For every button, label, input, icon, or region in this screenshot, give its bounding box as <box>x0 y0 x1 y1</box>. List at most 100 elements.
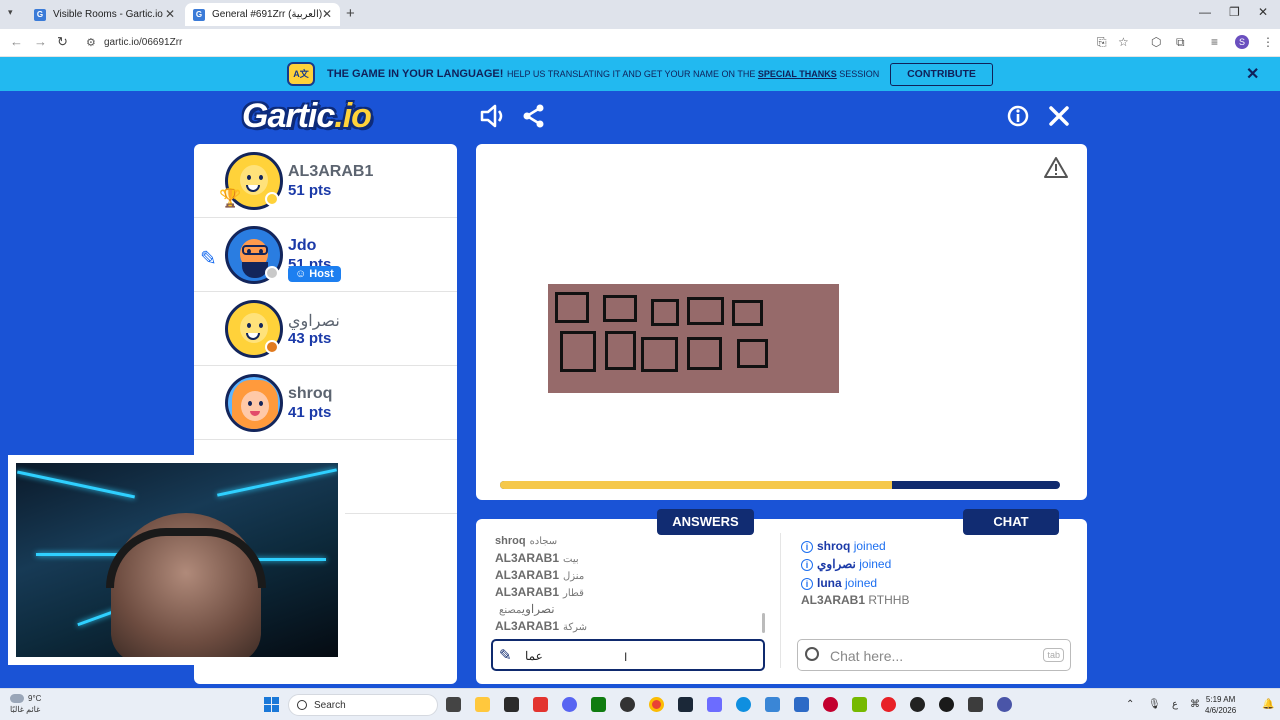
banner-text: HELP US TRANSLATING IT AND GET YOUR NAME… <box>507 69 880 79</box>
address-bar: ← → ↻ ⚙ gartic.io/06691Zrr ⎘ ☆ ⬡ ⧉ ≡ S ⋮ <box>0 29 1280 57</box>
search-icon <box>297 700 307 710</box>
gartic-favicon-icon: G <box>193 8 205 21</box>
timer-fill <box>500 481 892 489</box>
app-icon[interactable] <box>794 697 809 712</box>
player-row[interactable]: 🏆 AL3ARAB1 51 pts <box>194 144 457 218</box>
drawing-pencil-icon: ✎ <box>200 248 217 270</box>
answer-input[interactable]: ✎ عما I <box>491 639 765 671</box>
reload-icon[interactable]: ↻ <box>57 34 68 50</box>
app-icon[interactable] <box>823 697 838 712</box>
tab-chat[interactable]: CHAT <box>963 509 1059 535</box>
answer-item: AL3ARAB1 قطار <box>495 585 584 599</box>
app-icon[interactable] <box>765 697 780 712</box>
app-icon[interactable] <box>504 697 519 712</box>
browser-menu-icon[interactable]: ⋮ <box>1262 35 1274 49</box>
panel-divider <box>780 533 781 668</box>
tab-answers[interactable]: ANSWERS <box>657 509 754 535</box>
text-cursor-icon: I <box>624 650 628 664</box>
back-icon[interactable]: ← <box>10 34 23 49</box>
webcam-video <box>16 463 338 657</box>
exit-room-icon[interactable] <box>1048 105 1070 127</box>
microphone-icon[interactable]: 🎙 <box>1148 699 1161 710</box>
host-badge: ☺ Host <box>288 266 341 282</box>
contribute-button[interactable]: CONTRIBUTE <box>890 63 993 86</box>
answer-item: AL3ARAB1 بيت <box>495 551 579 565</box>
pencil-icon: ✎ <box>499 647 512 664</box>
tab-title: Visible Rooms - Gartic.io <box>53 9 163 20</box>
windows-taskbar: 9°C غائم غالبًا Search ⌃ 🎙 ع ⌘ 5:19 AM 4/… <box>0 688 1280 720</box>
taskbar-search[interactable]: Search <box>288 694 438 716</box>
restore-icon[interactable]: ❐ <box>1229 5 1240 19</box>
browser-tab-visible-rooms[interactable]: G Visible Rooms - Gartic.io ✕ <box>26 3 183 26</box>
profile-avatar[interactable]: S <box>1235 35 1249 49</box>
browser-tab-bar: ▾ G Visible Rooms - Gartic.io ✕ G Genera… <box>0 0 1280 29</box>
sound-icon[interactable] <box>480 104 506 128</box>
minimize-icon[interactable]: — <box>1199 5 1211 19</box>
close-tab-icon[interactable]: ✕ <box>165 7 175 21</box>
chat-message: AL3ARAB1 RTHHB <box>801 593 910 607</box>
obs-icon[interactable] <box>620 697 635 712</box>
start-button[interactable] <box>264 697 280 713</box>
browser-tab-general[interactable]: G General #691Zrr (العربية) - Gartic ✕ <box>185 3 340 26</box>
banner-headline: THE GAME IN YOUR LANGUAGE! <box>327 68 504 80</box>
tray-overflow-icon[interactable]: ⌃ <box>1126 699 1134 710</box>
system-clock[interactable]: 5:19 AM 4/6/2026 <box>1205 694 1236 716</box>
app-icon[interactable] <box>881 697 896 712</box>
app-icon[interactable] <box>939 697 954 712</box>
file-explorer-icon[interactable] <box>446 697 461 712</box>
steam-icon[interactable] <box>678 697 693 712</box>
window-close-icon[interactable]: ✕ <box>1258 5 1268 19</box>
bookmark-star-icon[interactable]: ☆ <box>1118 35 1129 49</box>
media-control-icon[interactable]: ≡ <box>1211 35 1218 49</box>
discord-icon[interactable] <box>562 697 577 712</box>
install-app-icon[interactable]: ⎘ <box>1097 35 1107 50</box>
share-icon[interactable] <box>522 104 546 128</box>
notification-icon[interactable]: 🔔 <box>1262 699 1274 710</box>
edge-icon[interactable] <box>736 697 751 712</box>
gartic-favicon-icon: G <box>34 8 46 21</box>
tab-search-icon[interactable]: ▾ <box>8 7 13 18</box>
url-field[interactable]: gartic.io/06691Zrr <box>104 37 182 48</box>
player-row[interactable]: shroq 41 pts <box>194 366 457 440</box>
app-icon[interactable] <box>968 697 983 712</box>
network-icon[interactable]: ⌘ <box>1190 699 1200 710</box>
app-icon[interactable] <box>533 697 548 712</box>
special-thanks-link[interactable]: SPECIAL THANKS <box>758 69 837 79</box>
chrome-icon[interactable] <box>649 697 664 712</box>
app-icon[interactable] <box>910 697 925 712</box>
tab-title: General #691Zrr (العربية) - Gartic <box>212 9 330 20</box>
extension-icon[interactable]: ⬡ <box>1151 35 1161 49</box>
app-icon[interactable] <box>997 697 1012 712</box>
answer-item: نصراويمصنع <box>499 602 555 616</box>
answers-scrollbar[interactable] <box>762 613 765 633</box>
player-name: shroq <box>288 385 333 402</box>
banner-close-icon[interactable]: ✕ <box>1246 64 1259 84</box>
status-dot <box>265 266 279 280</box>
answer-item: AL3ARAB1 شركة <box>495 619 588 633</box>
status-dot <box>265 192 279 206</box>
extensions-puzzle-icon[interactable]: ⧉ <box>1176 35 1185 50</box>
gartic-logo: Gartic.io <box>242 97 372 135</box>
player-points: 41 pts <box>288 404 332 421</box>
language-indicator[interactable]: ع <box>1172 699 1178 710</box>
chat-input[interactable]: Chat here... tab <box>797 639 1071 671</box>
chat-join-message: i luna joined <box>801 576 877 590</box>
info-icon[interactable] <box>1007 105 1029 127</box>
folder-icon[interactable] <box>475 697 490 712</box>
site-info-icon[interactable]: ⚙ <box>86 36 96 49</box>
player-points: 43 pts <box>288 330 332 347</box>
xbox-icon[interactable] <box>591 697 606 712</box>
nvidia-icon[interactable] <box>852 697 867 712</box>
report-warning-icon[interactable] <box>1043 156 1069 180</box>
player-name: AL3ARAB1 <box>288 163 374 180</box>
weather-widget[interactable]: 9°C غائم غالبًا <box>10 693 41 715</box>
translate-icon: A文 <box>287 62 315 86</box>
webcam-overlay <box>8 455 345 665</box>
app-icon[interactable] <box>707 697 722 712</box>
new-tab-icon[interactable]: + <box>346 5 355 22</box>
player-row[interactable]: نصراوي 43 pts <box>194 292 457 366</box>
close-tab-icon[interactable]: ✕ <box>322 7 332 21</box>
search-icon <box>805 647 819 661</box>
canvas-drawing <box>548 284 839 393</box>
forward-icon[interactable]: → <box>34 34 47 49</box>
